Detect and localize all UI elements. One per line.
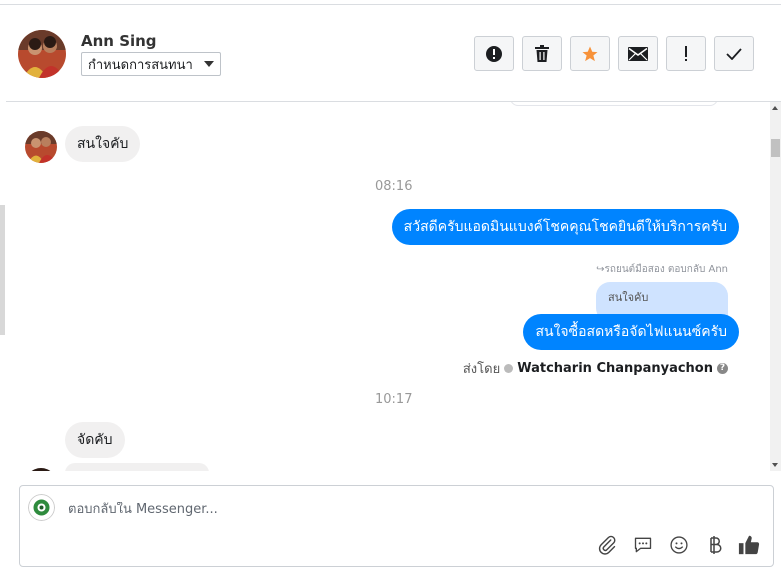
contact-avatar[interactable] <box>18 30 66 78</box>
smiley-icon <box>670 536 688 554</box>
baht-icon <box>710 536 722 554</box>
left-panel-edge <box>0 205 5 335</box>
reply-composer <box>19 485 774 567</box>
paperclip-icon <box>598 535 616 555</box>
sent-by-line: ส่งโดย Watcharin Chanpanyachon ? <box>463 358 728 379</box>
incoming-message[interactable]: สนใจคับ <box>65 126 141 162</box>
incoming-message-fragment <box>65 463 209 471</box>
star-button[interactable] <box>570 36 610 71</box>
chat-scrollbar[interactable] <box>770 102 781 471</box>
assign-conversation-dropdown[interactable]: กำหนดการสนทนา <box>81 52 221 76</box>
page-avatar <box>28 494 55 521</box>
exclamation-icon <box>685 45 687 61</box>
contact-avatar-small <box>25 468 57 471</box>
scroll-up-arrow[interactable] <box>772 106 778 110</box>
payment-button[interactable] <box>704 534 726 556</box>
delete-button[interactable] <box>522 36 562 71</box>
emoji-button[interactable] <box>668 534 690 556</box>
alert-circle-icon <box>486 45 502 62</box>
thumbs-up-icon <box>738 535 760 555</box>
scroll-down-arrow[interactable] <box>772 463 778 467</box>
speech-bubble-icon <box>634 537 652 553</box>
outgoing-message[interactable]: สนใจซื้อสดหรือจัดไฟแนนซ์ครับ <box>523 314 739 350</box>
assign-conversation-label: กำหนดการสนทนา <box>88 57 193 73</box>
saved-replies-button[interactable] <box>632 534 654 556</box>
follow-up-button[interactable] <box>666 36 706 71</box>
timestamp: 10:17 <box>375 392 413 407</box>
star-icon <box>582 46 598 61</box>
timestamp: 08:16 <box>375 179 413 194</box>
caret-down-icon <box>204 61 214 67</box>
scrollbar-thumb[interactable] <box>771 139 780 157</box>
help-icon[interactable]: ? <box>717 363 728 374</box>
reply-input[interactable] <box>68 502 628 517</box>
agent-status-icon <box>504 364 514 373</box>
contact-name[interactable]: Ann Sing <box>81 32 157 50</box>
envelope-icon <box>628 46 648 61</box>
mark-done-button[interactable] <box>714 36 754 71</box>
attach-button[interactable] <box>596 534 618 556</box>
previous-message-fragment <box>510 102 718 106</box>
like-button[interactable] <box>738 534 760 556</box>
outgoing-message[interactable]: สวัสดีครับแอดมินแบงค์โชคคุณโชคยินดีให้บร… <box>391 209 739 245</box>
contact-avatar-small <box>25 131 57 163</box>
sent-by-label: ส่งโดย <box>462 362 501 377</box>
conversation-header: Ann Sing กำหนดการสนทนา <box>6 5 781 102</box>
mark-unread-button[interactable] <box>618 36 658 71</box>
agent-name[interactable]: Watcharin Chanpanyachon <box>517 361 713 376</box>
incoming-message[interactable]: จัดคับ <box>65 422 125 458</box>
check-icon <box>726 47 742 60</box>
message-thread[interactable]: สนใจคับ 08:16 สวัสดีครับแอดมินแบงค์โชคคุ… <box>6 102 770 471</box>
trash-icon <box>535 44 549 62</box>
reply-context-note: ↪รถยนต์มือสอง ตอบกลับ Ann <box>596 264 728 275</box>
spam-report-button[interactable] <box>474 36 514 71</box>
